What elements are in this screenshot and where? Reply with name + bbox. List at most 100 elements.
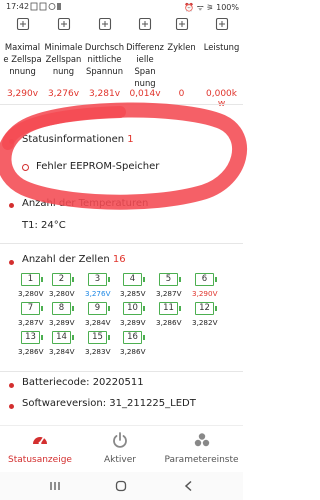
- stat-value: 3,276v: [47, 89, 80, 99]
- cell-voltage: 3,280V: [18, 289, 44, 298]
- cell-voltage: 3,287V: [18, 318, 44, 327]
- cell-item: 7 3,287V: [18, 302, 49, 330]
- stat-label: Minimale Zellspan nung: [43, 41, 84, 77]
- stat-label-line: nung: [52, 66, 75, 76]
- notification-icons: [30, 2, 61, 11]
- cell-battery-icon: 7: [21, 302, 43, 315]
- cell-voltage: 3,284V: [49, 347, 75, 356]
- stat-label-line: ielle Span: [134, 54, 156, 76]
- status-info-title: Statusinformationen 1: [22, 134, 134, 145]
- clock: 17:42: [6, 2, 30, 11]
- cell-battery-icon: 14: [52, 331, 74, 344]
- cell-battery-icon: 2: [52, 273, 74, 286]
- divider: [0, 371, 243, 372]
- stat-value-line: 0,000k: [206, 89, 237, 99]
- stat-label-line: Leistung: [203, 42, 240, 52]
- section-bullet: [9, 139, 14, 144]
- stat-label-line: nung: [134, 78, 156, 88]
- cells-title: Anzahl der Zellen 16: [22, 254, 126, 265]
- battery-code: Batteriecode: 20220511: [22, 377, 144, 388]
- stat-label: Differenz ielle Span nung: [125, 41, 165, 89]
- cell-voltage: 3,283V: [85, 347, 111, 356]
- divider: [0, 243, 243, 244]
- stat-label-line: Maximal: [4, 42, 41, 52]
- cell-battery-icon: 5: [159, 273, 181, 286]
- battery-stats: Maximal e Zellspa nnung 3,290v Minimale Zells…: [0, 14, 243, 109]
- cell-voltage: 3,285V: [120, 289, 146, 298]
- stat-label-line: Differenz: [126, 42, 164, 52]
- min-cell-voltage-icon: [57, 17, 70, 31]
- power-icon: [113, 432, 127, 448]
- status-bar: 17:42 ⏰ ᯤ ⚞ 100%: [0, 0, 243, 14]
- cell-item: 4 3,285V: [120, 273, 151, 301]
- stat-label-line: nnung: [9, 66, 36, 76]
- cell-item: 16 3,286V: [120, 331, 151, 359]
- cell-battery-icon: 6: [195, 273, 217, 286]
- stat-label: Zyklen: [163, 41, 200, 53]
- cell-voltage: 3,290V: [192, 289, 218, 298]
- stat-value: 0,000kw: [200, 89, 243, 109]
- cell-voltage: 3,276V: [85, 289, 111, 298]
- cell-voltage: 3,286V: [120, 347, 146, 356]
- recent-apps-icon[interactable]: [48, 479, 62, 493]
- cell-battery-icon: 9: [88, 302, 110, 315]
- cell-item: 9 3,284V: [85, 302, 116, 330]
- cell-item: 14 3,284V: [49, 331, 80, 359]
- section-bullet: [9, 203, 14, 208]
- stat-2: Durchsch nittliche Spannun 3,281v: [84, 14, 125, 102]
- cell-voltage: 3,284V: [85, 318, 111, 327]
- cell-item: 8 3,289V: [49, 302, 80, 330]
- cell-item: 10 3,289V: [120, 302, 151, 330]
- cell-item: 3 3,276V: [85, 273, 116, 301]
- divider: [0, 104, 243, 105]
- cell-voltage: 3,282V: [192, 318, 218, 327]
- error-text: Fehler EEPROM-Speicher: [36, 161, 160, 172]
- stat-label: Maximal e Zellspa nnung: [2, 41, 43, 77]
- gauge-icon: [33, 436, 47, 445]
- cell-voltage: 3,289V: [120, 318, 146, 327]
- cell-battery-icon: 4: [123, 273, 145, 286]
- temperature-title: Anzahl der Temperaturen: [22, 198, 149, 209]
- home-icon[interactable]: [114, 479, 128, 493]
- cell-battery-icon: 1: [21, 273, 43, 286]
- stat-label-line: Minimale: [44, 42, 83, 52]
- back-icon[interactable]: [182, 479, 196, 493]
- stat-label-line: nittliche: [87, 54, 122, 64]
- cell-battery-icon: 15: [88, 331, 110, 344]
- stat-value: 0: [178, 89, 185, 99]
- cycles-icon: [175, 17, 188, 31]
- cell-voltage: 3,289V: [49, 318, 75, 327]
- nav-status-label: Statusanzeige: [8, 455, 72, 465]
- nav-parameters[interactable]: Parametereinste: [160, 426, 243, 473]
- stat-1: Minimale Zellspan nung 3,276v: [43, 14, 84, 102]
- stat-label: Leistung: [200, 41, 243, 53]
- cell-battery-icon: 11: [159, 302, 181, 315]
- section-bullet: [9, 404, 14, 409]
- settings-icon: [194, 433, 209, 447]
- stat-value: 3,281v: [88, 89, 121, 99]
- stat-label-line: Durchsch: [84, 42, 125, 52]
- cell-item: 6 3,290V: [192, 273, 223, 301]
- cell-voltage: 3,287V: [156, 289, 182, 298]
- nav-active[interactable]: Aktiver: [80, 426, 160, 473]
- cell-item: 1 3,280V: [18, 273, 49, 301]
- nav-active-label: Aktiver: [104, 455, 136, 465]
- system-navigation-bar: [0, 472, 243, 500]
- stat-label-line: Spannun: [86, 66, 123, 76]
- avg-voltage-icon: [98, 17, 111, 31]
- red-marker-scribble: [0, 102, 247, 210]
- cell-item: 15 3,283V: [85, 331, 116, 359]
- cell-item: 12 3,282V: [192, 302, 223, 330]
- stat-4: Zyklen 0: [163, 14, 200, 102]
- stat-3: Differenz ielle Span nung 0,014v: [125, 14, 165, 102]
- cell-battery-icon: 12: [195, 302, 217, 315]
- error-icon: [22, 164, 29, 171]
- nav-status[interactable]: Statusanzeige: [0, 426, 80, 473]
- cell-item: 2 3,280V: [49, 273, 80, 301]
- section-bullet: [9, 260, 14, 265]
- stat-label-line: e Zellspa: [3, 54, 42, 64]
- software-version: Softwareversion: 31_211225_LEDT: [22, 398, 196, 409]
- stat-label-line: Zyklen: [167, 42, 196, 52]
- nav-parameters-label: Parametereinste: [164, 455, 239, 465]
- max-cell-voltage-icon: [16, 17, 29, 31]
